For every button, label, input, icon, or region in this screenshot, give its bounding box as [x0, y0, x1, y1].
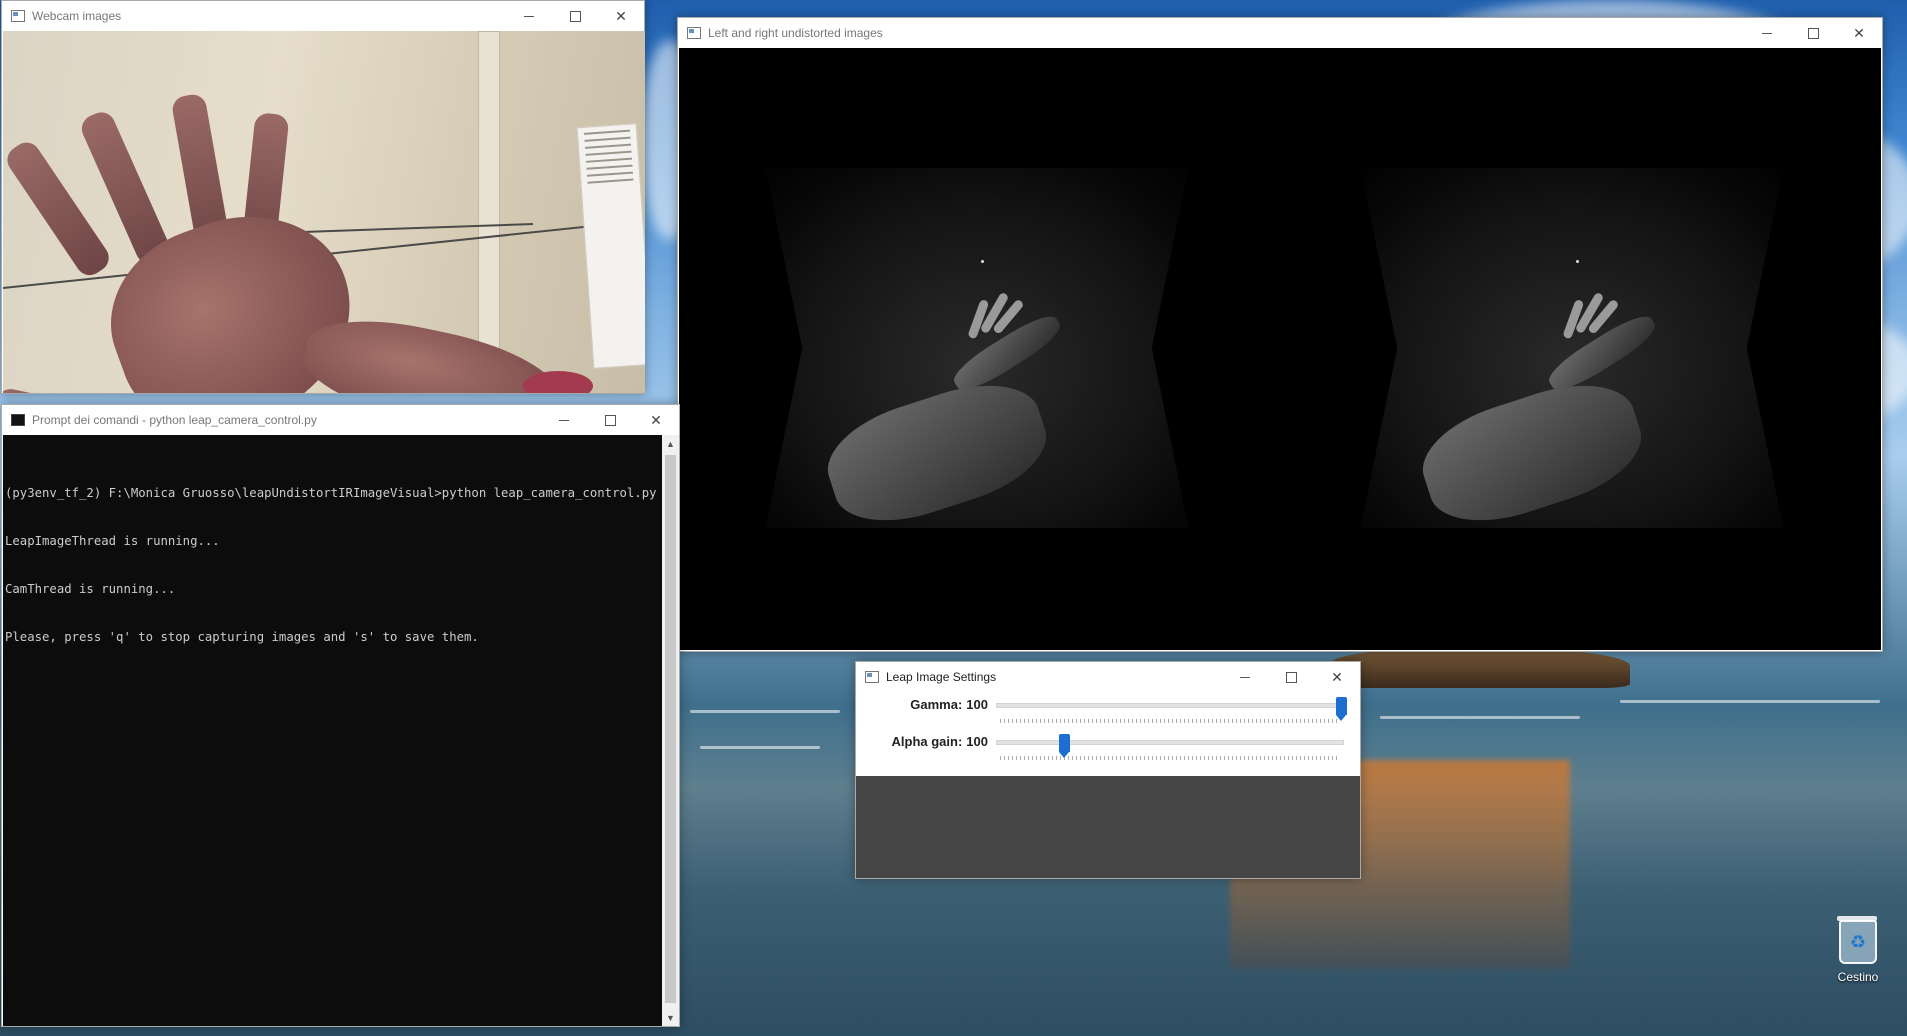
- console-line: (py3env_tf_2) F:\Monica Gruosso\leapUndi…: [5, 486, 657, 500]
- window-app-icon: [865, 671, 879, 683]
- cmd-app-icon: [11, 414, 25, 426]
- right-ir-image: [1360, 168, 1784, 528]
- window-app-icon: [687, 27, 701, 39]
- trackbar-track[interactable]: [996, 703, 1344, 708]
- scroll-down-icon[interactable]: ▼: [662, 1009, 679, 1026]
- stereo-image: [679, 48, 1881, 650]
- close-icon[interactable]: [633, 405, 679, 435]
- settings-window-title: Leap Image Settings: [886, 670, 997, 684]
- wall-pipe: [478, 31, 500, 393]
- ir-light: [981, 260, 984, 263]
- webcam-titlebar[interactable]: Webcam images: [2, 1, 644, 31]
- ir-arm: [815, 366, 1059, 528]
- thumb: [3, 386, 118, 393]
- ir-arm: [1410, 366, 1654, 528]
- console-line: CamThread is running...: [5, 582, 176, 596]
- console-text: (py3env_tf_2) F:\Monica Gruosso\leapUndi…: [5, 453, 665, 677]
- maximize-icon[interactable]: [587, 405, 633, 435]
- trackbar-alpha-gain[interactable]: Alpha gain: 100: [856, 732, 1360, 762]
- scrollbar-thumb[interactable]: [665, 455, 676, 1003]
- trackbar-panel: Gamma: 100 Alpha gain: 100: [856, 692, 1360, 776]
- webcam-window-title: Webcam images: [32, 9, 122, 23]
- trackbar-gamma[interactable]: Gamma: 100: [856, 695, 1360, 725]
- wave: [1380, 716, 1580, 719]
- trackbar-ticks: [1000, 756, 1340, 760]
- window-app-icon: [11, 10, 25, 22]
- minimize-icon[interactable]: [541, 405, 587, 435]
- stereo-window-title: Left and right undistorted images: [708, 26, 883, 40]
- wave: [700, 746, 820, 749]
- maximize-icon[interactable]: [1790, 18, 1836, 48]
- trackbar-label: Gamma: 100: [910, 697, 988, 712]
- minimize-icon[interactable]: [506, 1, 552, 31]
- minimize-icon[interactable]: [1222, 662, 1268, 692]
- recycle-bin-label: Cestino: [1837, 970, 1879, 984]
- recycle-bin-shortcut[interactable]: ♻ Cestino: [1818, 916, 1898, 984]
- trackbar-thumb[interactable]: [1059, 734, 1071, 758]
- webcam-window[interactable]: Webcam images: [1, 0, 645, 394]
- trackbar-label: Alpha gain: 100: [891, 734, 988, 749]
- trackbar-ticks: [1000, 719, 1340, 723]
- recycle-bin-icon: ♻: [1837, 916, 1877, 964]
- console-output[interactable]: (py3env_tf_2) F:\Monica Gruosso\leapUndi…: [3, 435, 665, 1026]
- settings-window[interactable]: Leap Image Settings Gamma:100 Alpha gain…: [855, 661, 1361, 879]
- left-ir-image: [765, 168, 1189, 528]
- wave: [690, 710, 840, 713]
- stereo-titlebar[interactable]: Left and right undistorted images: [678, 18, 1882, 48]
- maximize-icon[interactable]: [1268, 662, 1314, 692]
- trackbar-track[interactable]: [996, 740, 1344, 745]
- sleeve: [523, 371, 593, 393]
- settings-empty-area: [856, 776, 1360, 878]
- console-line: LeapImageThread is running...: [5, 534, 220, 548]
- scroll-up-icon[interactable]: ▲: [662, 435, 679, 452]
- close-icon[interactable]: [1314, 662, 1360, 692]
- cmd-titlebar[interactable]: Prompt dei comandi - python leap_camera_…: [2, 405, 679, 435]
- wall-document: [576, 123, 645, 369]
- cmd-window[interactable]: Prompt dei comandi - python leap_camera_…: [1, 404, 680, 1027]
- close-icon[interactable]: [1836, 18, 1882, 48]
- trackbar-thumb[interactable]: [1336, 697, 1347, 721]
- sea-rock: [1330, 648, 1630, 688]
- wave: [1620, 700, 1880, 703]
- minimize-icon[interactable]: [1744, 18, 1790, 48]
- maximize-icon[interactable]: [552, 1, 598, 31]
- ir-light: [1576, 260, 1579, 263]
- close-icon[interactable]: [598, 1, 644, 31]
- webcam-image: [3, 31, 645, 393]
- settings-titlebar[interactable]: Leap Image Settings: [856, 662, 1360, 692]
- stereo-window[interactable]: Left and right undistorted images: [677, 17, 1883, 652]
- console-line: Please, press 'q' to stop capturing imag…: [5, 630, 479, 644]
- cmd-window-title: Prompt dei comandi - python leap_camera_…: [32, 413, 317, 427]
- vertical-scrollbar[interactable]: ▲ ▼: [662, 435, 679, 1026]
